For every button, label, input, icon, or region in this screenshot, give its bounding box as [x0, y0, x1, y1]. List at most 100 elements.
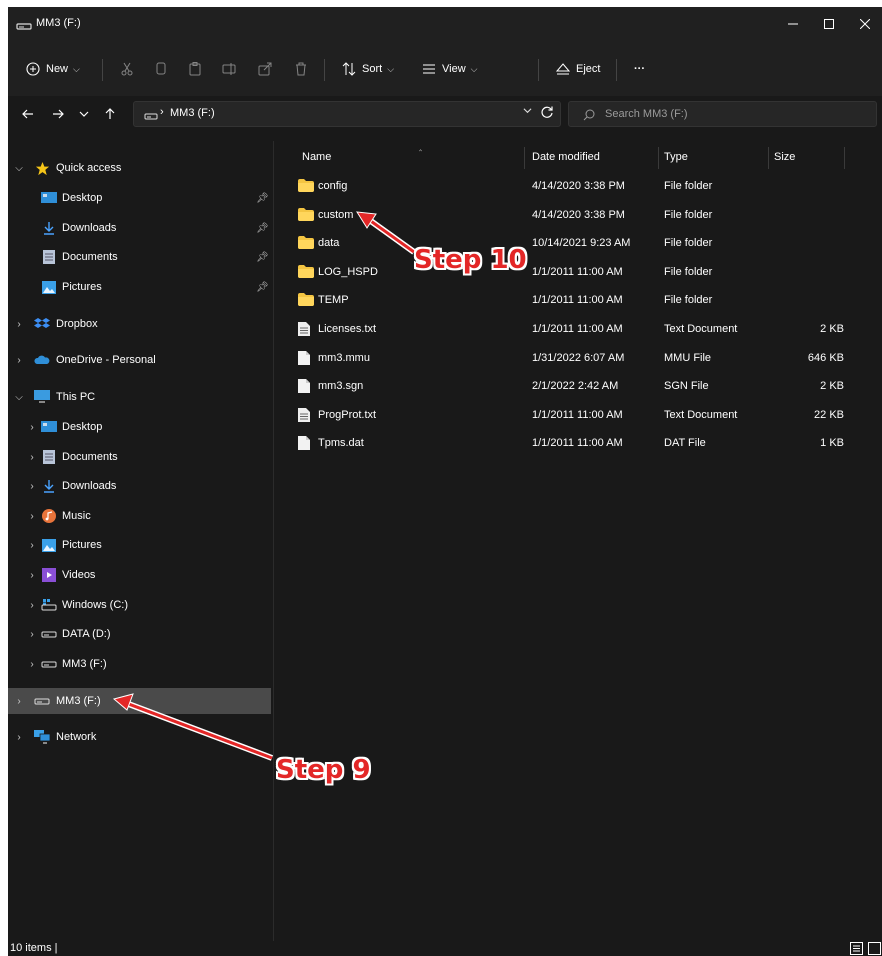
- sidebar-item-mm3-drive[interactable]: › MM3 (F:): [8, 688, 271, 714]
- address-history-button[interactable]: [523, 106, 532, 117]
- column-header-size[interactable]: Size: [774, 147, 844, 171]
- cut-button[interactable]: [120, 57, 134, 81]
- back-button[interactable]: [18, 104, 38, 124]
- sidebar-item-network[interactable]: › Network: [8, 724, 271, 750]
- file-row[interactable]: mm3.sgn 2/1/2022 2:42 AM SGN File 2 KB: [274, 372, 874, 400]
- sidebar-item-pc-videos[interactable]: › Videos: [8, 562, 271, 588]
- sidebar-item-documents[interactable]: Documents 📌︎: [8, 244, 271, 270]
- sidebar-item-this-pc[interactable]: ⌵ This PC: [8, 384, 271, 410]
- sidebar-item-pc-downloads[interactable]: › Downloads: [8, 473, 271, 499]
- new-label: New: [46, 63, 69, 75]
- chevron-right-icon[interactable]: ›: [26, 452, 38, 463]
- column-divider[interactable]: [844, 147, 845, 169]
- file-type: SGN File: [664, 380, 709, 393]
- sidebar-item-label: Desktop: [62, 192, 103, 204]
- details-view-icon: [850, 942, 863, 955]
- sidebar-item-downloads[interactable]: Downloads 📌︎: [8, 215, 271, 241]
- file-type: File folder: [664, 237, 713, 250]
- window-title: MM3 (F:): [36, 17, 81, 29]
- chevron-right-icon[interactable]: ›: [13, 732, 25, 743]
- file-row[interactable]: ProgProt.txt 1/1/2011 11:00 AM Text Docume…: [274, 401, 874, 429]
- chevron-right-icon[interactable]: ›: [26, 540, 38, 551]
- chevron-right-icon[interactable]: ›: [13, 696, 25, 707]
- column-divider[interactable]: [524, 147, 525, 169]
- chevron-down-icon[interactable]: ⌵: [13, 163, 25, 174]
- sort-icon: [342, 62, 356, 76]
- dropbox-icon: [34, 316, 50, 332]
- file-row[interactable]: custom 4/14/2020 3:38 PM File folder: [274, 201, 874, 229]
- close-button[interactable]: [847, 7, 882, 41]
- arrow-right-icon: [53, 109, 64, 119]
- file-date-modified: 4/14/2020 3:38 PM: [532, 180, 625, 192]
- chevron-right-icon[interactable]: ›: [26, 629, 38, 640]
- recent-locations-button[interactable]: [74, 104, 94, 124]
- address-bar[interactable]: › MM3 (F:): [133, 101, 561, 127]
- divider: [538, 59, 539, 81]
- chevron-right-icon[interactable]: ›: [13, 319, 25, 330]
- sidebar-item-quick-access[interactable]: ⌵ Quick access: [8, 155, 271, 181]
- desktop-icon: [41, 190, 57, 206]
- refresh-icon: [541, 106, 553, 118]
- details-view-button[interactable]: [850, 942, 863, 956]
- chevron-right-icon[interactable]: ›: [26, 570, 38, 581]
- file-size: 646 KB: [807, 351, 844, 364]
- search-input[interactable]: Search MM3 (F:): [568, 101, 877, 127]
- sidebar-item-pictures[interactable]: Pictures 📌︎: [8, 274, 271, 300]
- column-divider[interactable]: [768, 147, 769, 169]
- chevron-right-icon[interactable]: ›: [26, 511, 38, 522]
- sidebar-item-pc-data-d[interactable]: › DATA (D:): [8, 621, 271, 647]
- column-header-name[interactable]: Name: [302, 147, 522, 171]
- sidebar-item-pc-documents[interactable]: › Documents: [8, 444, 271, 470]
- file-row[interactable]: Tpms.dat 1/1/2011 11:00 AM DAT File 1 KB: [274, 429, 874, 457]
- breadcrumb-path[interactable]: MM3 (F:): [170, 107, 215, 119]
- sidebar-item-pc-mm3-f[interactable]: › MM3 (F:): [8, 651, 271, 677]
- column-header-type[interactable]: Type: [664, 147, 764, 171]
- folder-icon: [298, 293, 314, 307]
- file-row[interactable]: LOG_HSPD 1/1/2011 11:00 AM File folder: [274, 258, 874, 286]
- copy-button[interactable]: [154, 57, 168, 81]
- sidebar-item-pc-music[interactable]: › Music: [8, 503, 271, 529]
- forward-button[interactable]: [48, 104, 68, 124]
- refresh-button[interactable]: [540, 105, 554, 124]
- maximize-button[interactable]: [811, 7, 847, 41]
- chevron-right-icon[interactable]: ›: [26, 600, 38, 611]
- sidebar-item-pc-windows-c[interactable]: › Windows (C:): [8, 592, 271, 618]
- tiles-view-button[interactable]: [868, 942, 881, 956]
- sidebar-item-desktop[interactable]: Desktop 📌︎: [8, 185, 271, 211]
- more-options-button[interactable]: ···: [634, 57, 645, 81]
- chevron-down-icon[interactable]: ⌵: [13, 392, 25, 403]
- minimize-button[interactable]: [775, 7, 811, 41]
- file-date-modified: 1/1/2011 11:00 AM: [532, 323, 623, 335]
- file-row[interactable]: mm3.mmu 1/31/2022 6:07 AM MMU File 646 KB: [274, 344, 874, 372]
- file-type: File folder: [664, 265, 713, 278]
- file-icon: [298, 436, 314, 451]
- share-button[interactable]: [258, 57, 272, 81]
- column-divider[interactable]: [658, 147, 659, 169]
- file-type: File folder: [664, 208, 713, 221]
- sidebar-item-onedrive[interactable]: › OneDrive - Personal: [8, 347, 271, 373]
- column-header-date[interactable]: Date modified: [532, 147, 656, 171]
- folder-icon: [298, 179, 314, 193]
- sidebar-item-label: Documents: [62, 251, 118, 263]
- sidebar-item-dropbox[interactable]: › Dropbox: [8, 311, 271, 337]
- sidebar-item-pc-pictures[interactable]: › Pictures: [8, 532, 271, 558]
- file-row[interactable]: Licenses.txt 1/1/2011 11:00 AM Text Docume…: [274, 315, 874, 343]
- new-button[interactable]: New ⌵: [26, 57, 80, 81]
- chevron-right-icon[interactable]: ›: [26, 422, 38, 433]
- file-row[interactable]: data 10/14/2021 9:23 AM File folder: [274, 229, 874, 257]
- chevron-right-icon[interactable]: ›: [26, 481, 38, 492]
- column-label: Date modified: [532, 151, 600, 163]
- file-row[interactable]: config 4/14/2020 3:38 PM File folder: [274, 172, 874, 200]
- sort-button[interactable]: Sort ⌵: [342, 57, 394, 81]
- chevron-down-icon: ⌵: [387, 63, 395, 74]
- view-button[interactable]: View ⌵: [422, 57, 477, 81]
- rename-button[interactable]: [222, 57, 236, 81]
- chevron-right-icon[interactable]: ›: [26, 659, 38, 670]
- up-button[interactable]: [100, 104, 120, 124]
- paste-button[interactable]: [188, 57, 202, 81]
- delete-button[interactable]: [294, 57, 308, 81]
- file-row[interactable]: TEMP 1/1/2011 11:00 AM File folder: [274, 286, 874, 314]
- sidebar-item-pc-desktop[interactable]: › Desktop: [8, 414, 271, 440]
- chevron-right-icon[interactable]: ›: [13, 355, 25, 366]
- eject-button[interactable]: Eject: [556, 57, 600, 81]
